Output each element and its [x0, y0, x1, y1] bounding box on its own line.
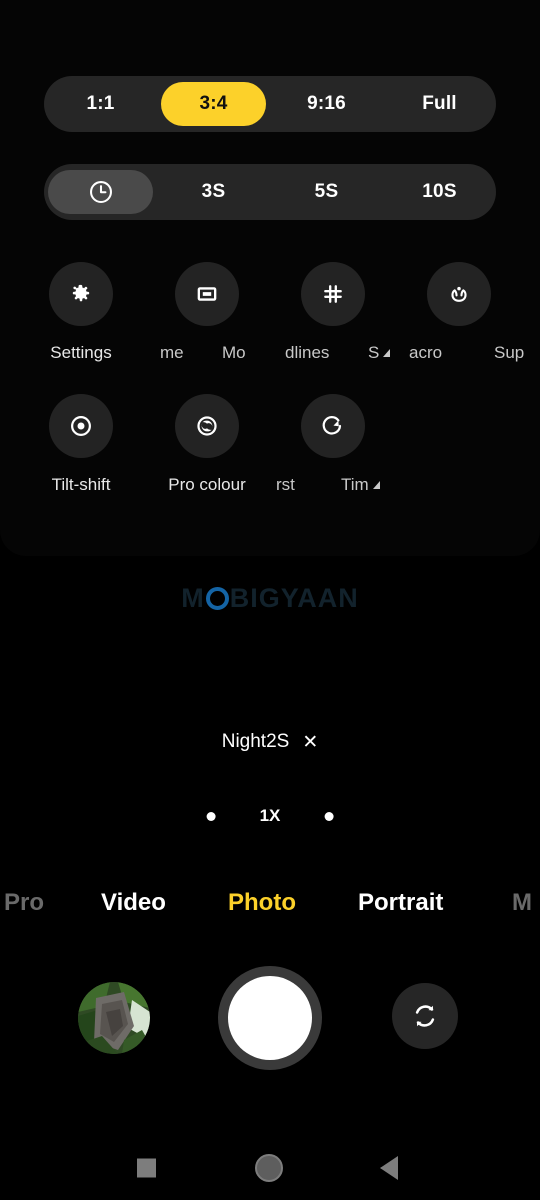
timer-selector[interactable]: 3S 5S 10S: [44, 164, 496, 220]
gallery-thumbnail[interactable]: [78, 982, 150, 1054]
tab-photo[interactable]: Photo: [228, 889, 296, 917]
android-navigation-bar: [0, 1136, 540, 1200]
feature-gridlines[interactable]: [270, 262, 396, 326]
home-button[interactable]: [255, 1154, 283, 1182]
capture-controls: [0, 958, 540, 1080]
camera-mode-selector[interactable]: Pro Video Photo Portrait M: [0, 880, 540, 926]
switch-camera-button[interactable]: [392, 983, 458, 1049]
feature-label-timer-text: Tim: [341, 475, 369, 494]
feature-label-timer-clipped: Tim: [341, 475, 380, 495]
feature-settings-label: Settings: [50, 343, 112, 362]
feature-gridlines-circle[interactable]: [301, 262, 365, 326]
aspect-option-full[interactable]: Full: [387, 82, 492, 126]
gear-icon: [72, 284, 90, 302]
frame-icon: [197, 287, 217, 301]
feature-label-s-marker: S: [368, 343, 391, 363]
feature-settings-circle[interactable]: [49, 262, 113, 326]
aspect-option-9-16[interactable]: 9:16: [274, 82, 379, 126]
gridlines-icon: [324, 285, 342, 303]
watermark-ring-icon: [205, 587, 229, 610]
timer-option-off[interactable]: [48, 170, 153, 214]
tab-more[interactable]: M: [512, 889, 532, 917]
feature-grid: Settings me Mo dlines S acro Sup Tilt-sh…: [0, 262, 540, 526]
zoom-level-label[interactable]: 1X: [260, 806, 281, 826]
timer-option-5s[interactable]: 5S: [274, 170, 379, 214]
feature-pro-colour[interactable]: Pro colour: [144, 394, 270, 495]
feature-row-1: Settings me Mo dlines S acro Sup: [0, 262, 540, 394]
zoom-control[interactable]: 1X: [206, 806, 334, 826]
aspect-option-3-4[interactable]: 3:4: [161, 82, 266, 126]
feature-timer-circle[interactable]: [301, 394, 365, 458]
feature-tilt-shift-label: Tilt-shift: [51, 475, 111, 494]
shutter-button-inner: [228, 976, 312, 1060]
shutter-button[interactable]: [218, 966, 322, 1070]
feature-pro-colour-circle[interactable]: [175, 394, 239, 458]
feature-pro-colour-label: Pro colour: [168, 475, 246, 494]
tilt-shift-icon: [71, 416, 91, 436]
camera-settings-panel: 1:1 3:4 9:16 Full 3S 5S 10S Settings me …: [0, 0, 540, 556]
tab-video[interactable]: Video: [101, 889, 166, 917]
feature-label-macro-clipped: acro: [409, 343, 443, 362]
aspect-ratio-selector[interactable]: 1:1 3:4 9:16 Full: [44, 76, 496, 132]
night-mode-label: Night2S: [221, 731, 290, 752]
back-button[interactable]: [380, 1156, 398, 1180]
feature-label-burst-clipped: rst: [276, 475, 295, 494]
close-icon[interactable]: ✕: [302, 733, 318, 752]
feature-tilt-shift[interactable]: Tilt-shift: [18, 394, 144, 495]
feature-label-movie-clipped: Mo: [222, 343, 246, 362]
watermark-text-after: BIGYAAN: [229, 583, 359, 613]
feature-movie-frame[interactable]: [144, 262, 270, 326]
recents-button[interactable]: [137, 1158, 156, 1178]
timer-option-10s[interactable]: 10S: [387, 170, 492, 214]
feature-macro[interactable]: [396, 262, 522, 326]
timer-option-3s[interactable]: 3S: [161, 170, 266, 214]
feature-movie-frame-circle[interactable]: [175, 262, 239, 326]
tab-pro[interactable]: Pro: [4, 889, 44, 917]
feature-label-frame-clipped: me: [160, 343, 184, 362]
mobigyaan-watermark: M BIGYAAN: [0, 583, 540, 614]
pro-colour-icon: [197, 416, 217, 436]
feature-label-s-text: S: [368, 343, 380, 362]
feature-label-super-clipped: Sup: [494, 343, 525, 362]
tab-portrait[interactable]: Portrait: [358, 889, 443, 917]
night-mode-badge[interactable]: Night2S ✕: [210, 727, 331, 757]
feature-timer[interactable]: [270, 394, 396, 458]
gallery-thumbnail-image: [78, 982, 150, 1054]
expand-marker-icon-2: [372, 481, 380, 489]
timer-icon: [322, 416, 342, 435]
feature-tilt-shift-circle[interactable]: [49, 394, 113, 458]
feature-row-2: Tilt-shift Pro colour rst Tim: [0, 394, 540, 526]
feature-settings[interactable]: Settings: [18, 262, 144, 363]
aspect-option-1-1[interactable]: 1:1: [48, 82, 153, 126]
camera-app-screen: 1:1 3:4 9:16 Full 3S 5S 10S Settings me …: [0, 0, 540, 1200]
zoom-dot-left[interactable]: [206, 811, 216, 821]
macro-flower-icon: [451, 286, 467, 302]
feature-label-gridlines-clipped: dlines: [285, 343, 330, 362]
clock-icon: [89, 181, 112, 203]
zoom-dot-right[interactable]: [324, 811, 334, 821]
switch-camera-icon: [415, 1005, 435, 1027]
feature-macro-circle[interactable]: [427, 262, 491, 326]
expand-marker-icon: [383, 349, 391, 357]
watermark-text-before: M: [181, 583, 205, 613]
